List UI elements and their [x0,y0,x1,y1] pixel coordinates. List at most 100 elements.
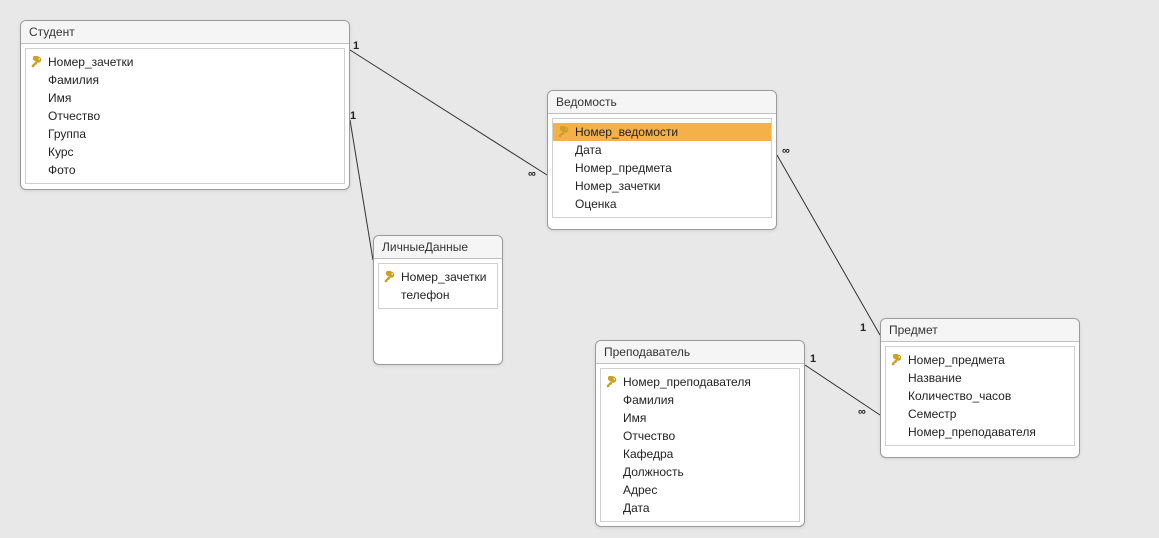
field-row[interactable]: Адрес [601,481,799,499]
field-name: Дата [575,142,602,158]
field-row[interactable]: Количество_часов [886,387,1074,405]
field-row[interactable]: Семестр [886,405,1074,423]
icon-spacer [605,393,619,407]
table-student[interactable]: Студент Номер_зачеткиФамилия Имя Отчество Гр… [20,20,350,190]
field-row[interactable]: Фамилия [601,391,799,409]
field-row[interactable]: Номер_зачетки [379,268,497,286]
field-name: Оценка [575,196,617,212]
icon-spacer [30,109,44,123]
icon-spacer [30,127,44,141]
icon-spacer [605,429,619,443]
field-name: Кафедра [623,446,673,462]
field-name: телефон [401,287,450,303]
field-row[interactable]: Имя [601,409,799,427]
field-row[interactable]: Имя [26,89,344,107]
field-name: Семестр [908,406,956,422]
field-name: Фамилия [48,72,99,88]
table-teacher[interactable]: Преподаватель Номер_преподавателя Фамилия И… [595,340,805,527]
field-list: Номер_предмета Название Количество_часов Се… [885,346,1075,446]
field-row[interactable]: Оценка [553,195,771,213]
field-row[interactable]: Номер_зачетки [26,53,344,71]
field-row[interactable]: телефон [379,286,497,304]
field-name: Название [908,370,962,386]
table-title: Ведомость [548,91,776,114]
icon-spacer [383,288,397,302]
icon-spacer [30,73,44,87]
field-row[interactable]: Дата [553,141,771,159]
diagram-canvas[interactable]: СтудентНомер_зачеткиФамилияИмяОтчествоГр… [0,0,1159,538]
icon-spacer [30,91,44,105]
field-name: Фото [48,162,76,178]
key-icon [30,55,44,69]
field-name: Имя [48,90,71,106]
field-row[interactable]: Отчество [601,427,799,445]
key-icon [383,270,397,284]
cardinality-label: ∞ [858,406,866,418]
field-name: Номер_предмета [908,352,1005,368]
field-list: Номер_зачетки телефон [378,263,498,309]
key-icon [890,353,904,367]
icon-spacer [557,179,571,193]
field-row[interactable]: Курс [26,143,344,161]
field-row[interactable]: Номер_ведомости [553,123,771,141]
field-row[interactable]: Название [886,369,1074,387]
cardinality-label: ∞ [528,168,536,180]
table-vedomost[interactable]: Ведомость Номер_ведомости Дата Номер_предме… [547,90,777,230]
field-name: Номер_зачетки [401,269,487,285]
field-row[interactable]: Дата [601,499,799,517]
cardinality-label: 1 [810,353,816,365]
field-name: Номер_преподавателя [908,424,1036,440]
cardinality-label: 1 [350,110,356,122]
table-subject[interactable]: Предмет Номер_предмета Название Количество_… [880,318,1080,458]
icon-spacer [605,447,619,461]
icon-spacer [30,145,44,159]
icon-spacer [890,407,904,421]
field-list: Номер_зачеткиФамилия Имя Отчество Группа Кур… [25,48,345,184]
field-name: Номер_предмета [575,160,672,176]
table-title: ЛичныеДанные [374,236,502,259]
cardinality-label: 1 [353,40,359,52]
field-name: Адрес [623,482,657,498]
table-personal[interactable]: ЛичныеДанные Номер_зачетки телефон [373,235,503,365]
field-name: Курс [48,144,74,160]
table-title: Студент [21,21,349,44]
icon-spacer [890,389,904,403]
field-name: Должность [623,464,684,480]
field-name: Количество_часов [908,388,1011,404]
field-name: Дата [623,500,650,516]
field-name: Группа [48,126,86,142]
field-list: Номер_преподавателя Фамилия ИмяОтчествоКаф… [600,368,800,522]
field-row[interactable]: Отчество [26,107,344,125]
field-list: Номер_ведомости Дата Номер_предмета Номер_з… [552,118,772,218]
cardinality-label: ∞ [782,145,790,157]
field-row[interactable]: Кафедра [601,445,799,463]
field-row[interactable]: Номер_предмета [553,159,771,177]
icon-spacer [605,411,619,425]
key-icon [557,125,571,139]
field-name: Номер_преподавателя [623,374,751,390]
table-title: Преподаватель [596,341,804,364]
icon-spacer [557,197,571,211]
icon-spacer [605,501,619,515]
field-row[interactable]: Номер_предмета [886,351,1074,369]
field-row[interactable]: Группа [26,125,344,143]
field-row[interactable]: Фото [26,161,344,179]
field-row[interactable]: Должность [601,463,799,481]
icon-spacer [890,425,904,439]
field-row[interactable]: Номер_преподавателя [601,373,799,391]
icon-spacer [605,483,619,497]
icon-spacer [605,465,619,479]
table-title: Предмет [881,319,1079,342]
field-name: Имя [623,410,646,426]
field-name: Номер_зачетки [575,178,661,194]
icon-spacer [557,143,571,157]
field-row[interactable]: Номер_зачетки [553,177,771,195]
field-name: Фамилия [623,392,674,408]
field-name: Отчество [48,108,100,124]
key-icon [605,375,619,389]
field-name: Номер_ведомости [575,124,678,140]
icon-spacer [30,163,44,177]
icon-spacer [557,161,571,175]
field-row[interactable]: Фамилия [26,71,344,89]
field-row[interactable]: Номер_преподавателя [886,423,1074,441]
